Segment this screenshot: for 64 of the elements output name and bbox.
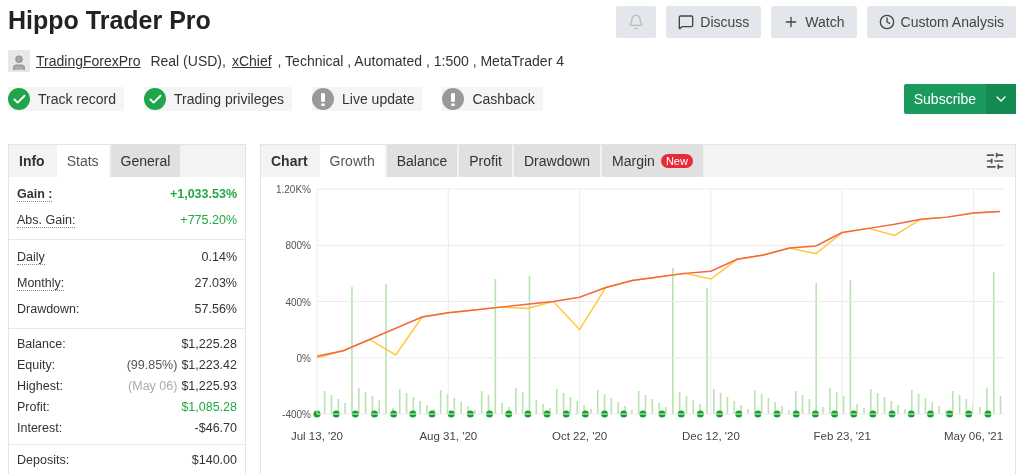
badge-label: Track record	[38, 91, 117, 107]
broker-link[interactable]: xChief	[231, 53, 272, 69]
stat-label: Balance:	[17, 336, 66, 351]
stat-note: (May 06)	[128, 378, 178, 393]
stat-value: $1,223.42	[181, 357, 237, 372]
tab[interactable]: Drawdown	[513, 145, 601, 177]
panel-title: Chart	[270, 152, 309, 171]
account-info: , Technical , Automated , 1:500 , MetaTrader 4	[277, 53, 564, 69]
clock-icon	[878, 14, 895, 30]
stat-value: $1,225.93	[181, 378, 237, 393]
axis-label: 1.20K%	[275, 184, 311, 195]
tab[interactable]: Balance	[386, 145, 458, 177]
axis-label: May 06, '21	[943, 430, 1004, 442]
stat-label: Abs. Gain:	[17, 212, 76, 228]
stat-value: +775.20%	[180, 213, 237, 227]
axis-label: 800%	[285, 240, 311, 252]
stat-value: 27.03%	[194, 276, 237, 290]
badge-label: Trading privileges	[174, 91, 285, 107]
tab[interactable]: General	[110, 145, 181, 177]
stat-value: $1,085.28	[181, 399, 237, 414]
stat-label: Gain :	[17, 186, 53, 202]
avatar-icon	[8, 50, 30, 72]
axis-label: Feb 23, '21	[813, 430, 871, 442]
stat-label: Daily	[17, 249, 45, 265]
axis-label: 400%	[285, 296, 311, 308]
stat-value: 0.14%	[201, 250, 237, 264]
stat-value: $1,225.28	[181, 336, 237, 351]
owner-link[interactable]: TradingForexPro	[36, 53, 141, 69]
stat-value: $140.00	[191, 452, 237, 467]
dropdown-button[interactable]	[986, 84, 1016, 114]
tab[interactable]: Margin New	[602, 145, 703, 177]
settings-icon[interactable]	[985, 151, 1005, 171]
panel-title: Info	[18, 152, 46, 171]
stat-value: -$46.70	[194, 420, 237, 435]
badge-label: Live update	[342, 91, 415, 107]
stat-note: (99.85%)	[126, 357, 178, 372]
account-info: Real (USD),	[149, 53, 226, 69]
new-badge: New	[660, 154, 693, 168]
speech-bubble-icon	[678, 14, 695, 30]
stat-label: Highest:	[17, 378, 63, 393]
axis-label: Dec 12, '20	[682, 430, 740, 442]
stat-label: Equity:	[17, 357, 56, 372]
stat-label: Drawdown:	[17, 302, 80, 316]
tab[interactable]: Growth	[319, 145, 385, 177]
tab[interactable]: Profit	[459, 145, 512, 177]
notification-button[interactable]	[616, 6, 657, 38]
header-button[interactable]: Custom Analysis	[866, 6, 1016, 38]
axis-label: -400%	[282, 409, 311, 420]
stat-label: Monthly:	[17, 275, 65, 291]
axis-label: 0%	[296, 352, 311, 364]
stat-label: Profit:	[17, 399, 50, 414]
axis-label: Aug 31, '20	[419, 430, 478, 442]
stat-label: Interest:	[17, 420, 63, 435]
badge-label: Cashback	[472, 91, 535, 107]
header-button[interactable]: Watch	[771, 6, 857, 38]
axis-label: Jul 13, '20	[290, 430, 344, 442]
header-button[interactable]: Discuss	[666, 6, 762, 38]
stat-value: 57.56%	[194, 302, 237, 316]
stat-value: +1,033.53%	[169, 187, 237, 201]
tab[interactable]: Stats	[56, 145, 109, 177]
page-title: Hippo Trader Pro	[8, 6, 211, 35]
bell-icon	[628, 14, 645, 30]
axis-label: Oct 22, '20	[551, 430, 608, 442]
stat-label: Deposits:	[17, 452, 70, 467]
